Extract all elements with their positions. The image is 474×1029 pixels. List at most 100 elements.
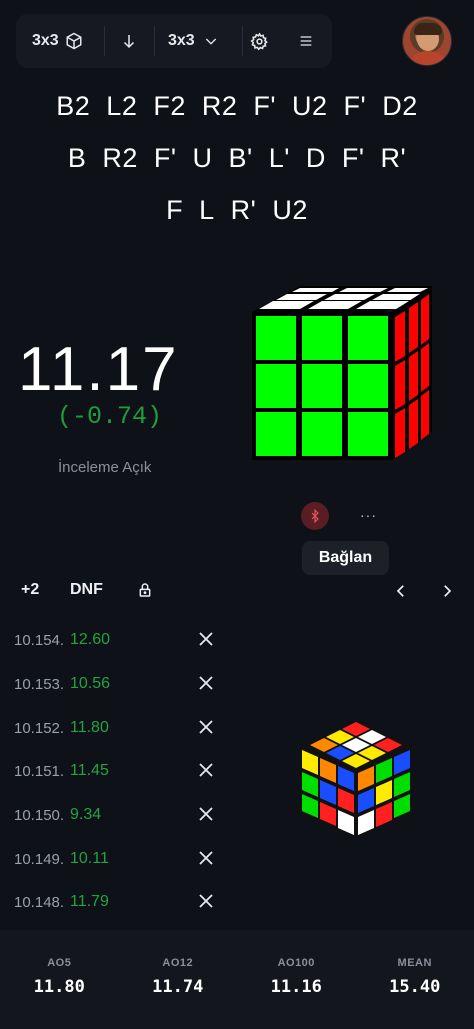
lock-button[interactable] [137,581,153,604]
close-icon[interactable] [199,676,213,695]
scramble-move: L' [268,142,290,173]
stat-label: AO12 [162,957,194,969]
stat-value: 11.16 [270,977,322,997]
stat-label: MEAN [397,957,432,969]
bluetooth-button[interactable] [301,502,329,530]
settings-button[interactable] [250,14,269,68]
plus2-button[interactable]: +2 [21,581,39,599]
scramble-move: U2 [272,194,308,225]
toolbar-divider [104,26,105,56]
close-icon[interactable] [199,807,213,826]
previous-button[interactable] [392,580,410,607]
stat-ao5[interactable]: AO5 11.80 [0,930,119,1029]
solve-index: 10.153. [14,675,65,693]
more-options-button[interactable]: ··· [360,507,377,523]
solve-time[interactable]: 10.11 [70,850,109,868]
solve-index: 10.154. [14,631,65,649]
puzzle-selector-button[interactable]: 3x3 [32,14,83,68]
toolbar-divider [242,26,243,56]
arrow-down-icon [120,32,138,50]
dnf-button[interactable]: DNF [70,581,103,599]
stat-ao100[interactable]: AO100 11.16 [237,930,356,1029]
chevron-right-icon [438,580,456,602]
scramble-cube-preview [252,286,432,460]
scramble-move: R2 [201,90,238,121]
solve-row[interactable]: 10.151. 11.45 [14,749,234,793]
review-status[interactable]: İnceleme Açık [58,459,151,476]
solve-time[interactable]: 11.80 [70,719,109,737]
session-label: 3x3 [168,32,195,49]
scramble-line: B2 L2 F2 R2 F' U2 F' D2 [0,80,474,132]
scramble-move: R2 [102,142,138,173]
arrow-down-button[interactable] [120,14,138,68]
solve-time[interactable]: 11.45 [70,762,109,780]
chevron-down-icon [203,33,219,49]
lock-icon [137,581,153,599]
scramble-move: B2 [56,90,91,121]
stat-ao12[interactable]: AO12 11.74 [119,930,238,1029]
avatar[interactable] [402,16,452,66]
toolbar-divider [154,26,155,56]
scramble-move: F2 [153,90,186,121]
scramble-move: U [192,142,213,173]
cube-icon [65,32,83,50]
solve-row[interactable]: 10.148. 11.79 [14,880,234,924]
scramble-line: B R2 F' U B' L' D F' R' [0,132,474,184]
solve-index: 10.152. [14,719,65,737]
scramble-move: F [166,194,184,225]
solve-row[interactable]: 10.152. 11.80 [14,706,234,750]
scramble-move: F' [153,142,177,173]
scramble-move: D [305,142,326,173]
solve-time[interactable]: 9.34 [70,806,101,824]
scramble-move: R' [380,142,407,173]
cube-state-preview [300,720,412,838]
solve-time[interactable]: 11.79 [70,893,109,911]
solve-index: 10.148. [14,893,65,911]
solve-time[interactable]: 12.60 [70,631,110,649]
gear-icon [250,31,269,51]
close-icon[interactable] [199,851,213,870]
scramble-move: R' [230,194,257,225]
solve-row[interactable]: 10.149. 10.11 [14,837,234,881]
solve-index: 10.149. [14,850,65,868]
menu-button[interactable] [298,14,314,68]
stat-value: 15.40 [389,977,441,997]
scramble-move: L2 [106,90,138,121]
solve-row[interactable]: 10.153. 10.56 [14,662,234,706]
solve-row[interactable]: 10.150. 9.34 [14,793,234,837]
close-icon[interactable] [199,720,213,739]
scramble-move: F' [343,90,367,121]
close-icon[interactable] [199,894,213,913]
scramble-move: B' [228,142,253,173]
stat-value: 11.74 [152,977,204,997]
scramble-move: D2 [382,90,418,121]
stats-bar: AO5 11.80 AO12 11.74 AO100 11.16 MEAN 15… [0,930,474,1029]
connect-tooltip: Bağlan [302,541,389,575]
stat-label: AO100 [277,957,315,969]
session-selector-button[interactable]: 3x3 [168,14,219,68]
top-toolbar: 3x3 3x3 [16,14,332,68]
puzzle-label: 3x3 [32,32,59,49]
scramble-move: B [67,142,87,173]
close-icon[interactable] [199,763,213,782]
chevron-left-icon [392,580,410,602]
solve-index: 10.151. [14,762,65,780]
solve-time[interactable]: 10.56 [70,675,110,693]
scramble-move: F' [253,90,277,121]
bluetooth-icon [308,509,322,523]
scramble-move: L [199,194,215,225]
scramble-move: F' [341,142,365,173]
scramble-move: U2 [292,90,328,121]
time-delta: (-0.74) [57,402,163,431]
stat-mean[interactable]: MEAN 15.40 [356,930,474,1029]
scramble: B2 L2 F2 R2 F' U2 F' D2 B R2 F' U B' L' … [0,80,474,236]
next-button[interactable] [438,580,456,607]
scramble-line: F L R' U2 [0,184,474,236]
timer-display[interactable]: 11.17 [18,334,179,405]
solve-row[interactable]: 10.154. 12.60 [14,618,234,662]
stat-value: 11.80 [33,977,85,997]
stat-label: AO5 [47,957,72,969]
menu-icon [298,33,314,49]
close-icon[interactable] [199,632,213,651]
solve-index: 10.150. [14,806,65,824]
